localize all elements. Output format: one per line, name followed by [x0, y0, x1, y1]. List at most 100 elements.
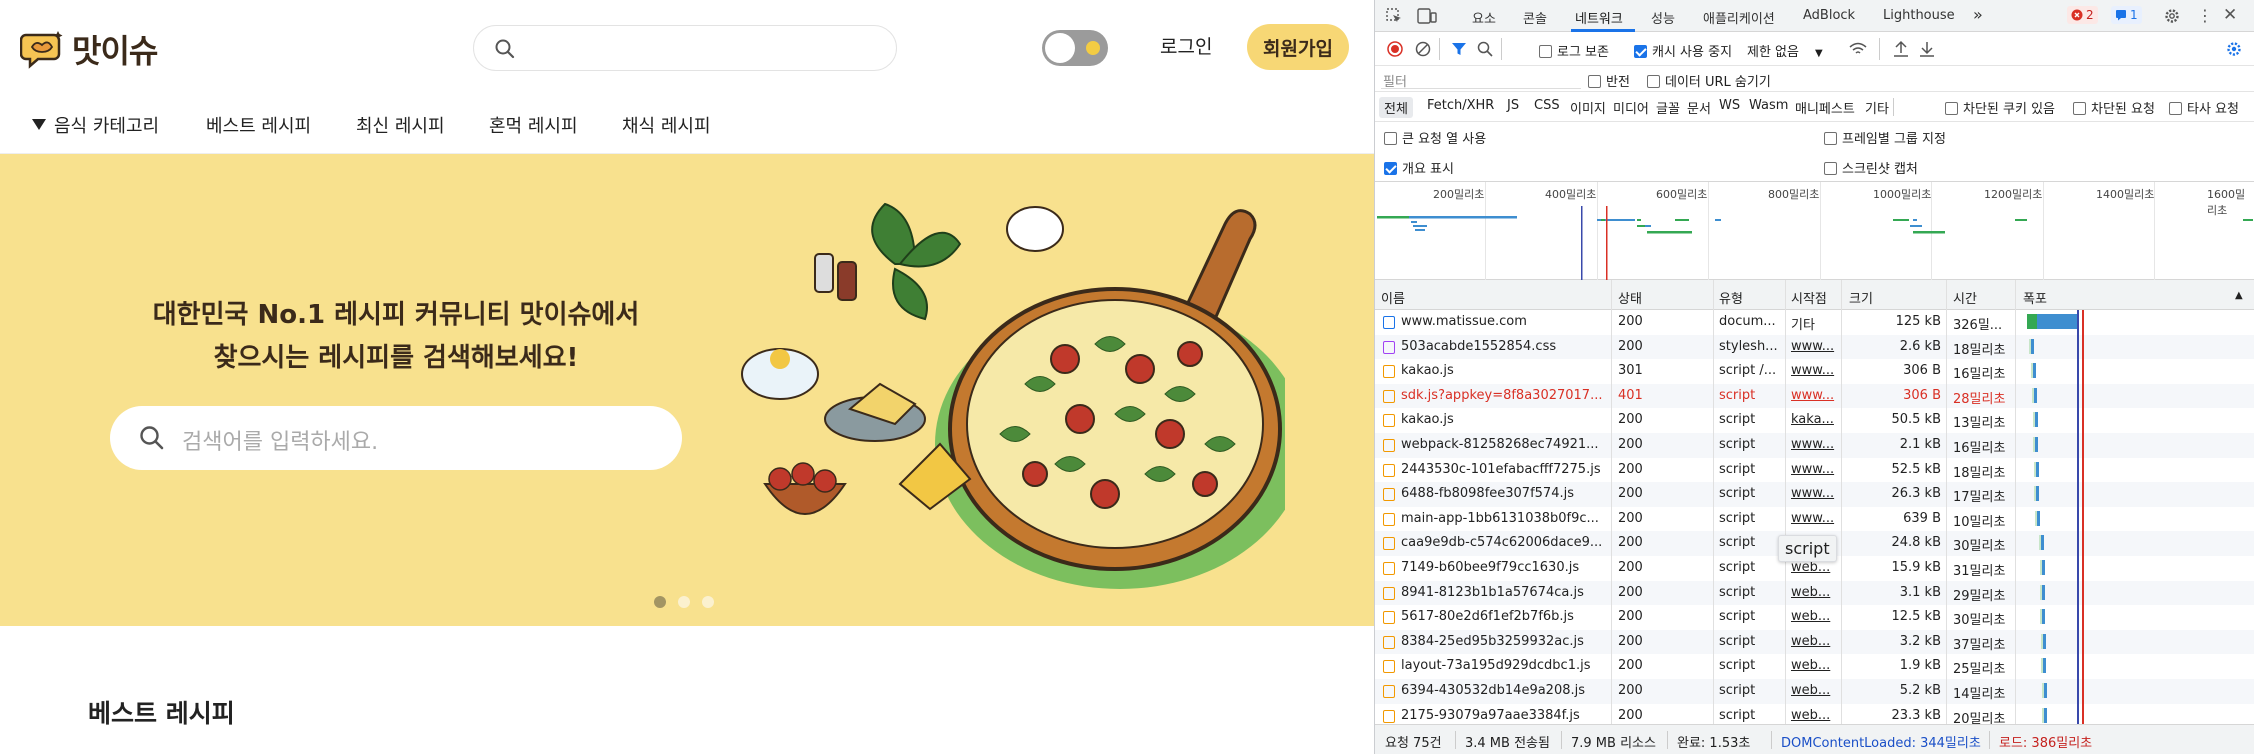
preserve-log-checkbox[interactable]: 로그 보존 [1539, 41, 1609, 60]
signup-button[interactable]: 회원가입 [1247, 24, 1349, 70]
sort-ascending-icon[interactable]: ▲ [2235, 290, 2243, 301]
nav-food-category[interactable]: 음식 카테고리 [32, 112, 159, 138]
table-row[interactable]: 5617-80e2d6f1ef2b7f6b.js 200 script web... 1… [1375, 605, 2254, 630]
type-filter-ws[interactable]: WS [1719, 98, 1740, 113]
third-party-checkbox[interactable]: 타사 요청 [2169, 98, 2239, 117]
request-initiator[interactable]: www... [1791, 388, 1839, 403]
network-settings-icon[interactable] [2225, 40, 2243, 62]
type-filter-other[interactable]: 기타 [1865, 98, 1889, 117]
request-initiator[interactable]: www... [1791, 363, 1839, 378]
hide-data-urls-checkbox[interactable]: 데이터 URL 숨기기 [1647, 71, 1771, 90]
request-initiator[interactable]: www... [1791, 437, 1839, 452]
filter-icon[interactable] [1451, 41, 1467, 61]
table-row[interactable]: main-app-1bb6131038b0f9c... 200 script www.… [1375, 507, 2254, 532]
request-initiator[interactable]: web... [1791, 658, 1839, 673]
carousel-dot-3[interactable] [702, 596, 714, 608]
site-logo[interactable]: 맛이슈 [19, 26, 158, 72]
type-filter-all[interactable]: 전체 [1379, 97, 1413, 118]
type-filter-css[interactable]: CSS [1534, 98, 1560, 113]
disable-cache-checkbox[interactable]: 캐시 사용 중지 [1634, 41, 1732, 60]
type-filter-js[interactable]: JS [1507, 98, 1519, 113]
tab-console[interactable]: 콘솔 [1523, 8, 1547, 27]
column-header-size[interactable]: 크기 [1849, 288, 1873, 307]
table-row[interactable]: 6488-fb8098fee307f574.js 200 script www... 2… [1375, 482, 2254, 507]
request-initiator[interactable]: 기타 [1791, 314, 1839, 333]
export-har-icon[interactable] [1919, 40, 1935, 62]
request-initiator[interactable]: web... [1791, 634, 1839, 649]
search-icon[interactable] [1477, 41, 1493, 61]
table-row[interactable]: 503acabde1552854.css 200 stylesh... www... 2… [1375, 334, 2254, 360]
request-initiator[interactable]: www... [1791, 339, 1839, 354]
tab-network[interactable]: 네트워크 [1575, 8, 1623, 27]
request-initiator[interactable]: www... [1791, 462, 1839, 477]
request-initiator[interactable]: www... [1791, 486, 1839, 501]
settings-icon[interactable] [2163, 7, 2181, 29]
device-toolbar-icon[interactable] [1417, 7, 1437, 29]
tab-application[interactable]: 애플리케이션 [1703, 8, 1775, 27]
group-by-frame-checkbox[interactable]: 프레임별 그룹 지정 [1824, 128, 1946, 147]
timeline-overview[interactable]: 200밀리초 400밀리초 600밀리초 800밀리초 1000밀리초 1200… [1375, 182, 2254, 280]
big-rows-checkbox[interactable]: 큰 요청 열 사용 [1384, 128, 1486, 147]
type-filter-media[interactable]: 미디어 [1613, 98, 1649, 117]
table-row[interactable]: 2175-93079a97aae3384f.js 200 script web... 2… [1375, 704, 2254, 724]
table-row[interactable]: 8384-25ed95b3259932ac.js 200 script web... 3… [1375, 629, 2254, 655]
request-initiator[interactable]: www... [1791, 511, 1839, 526]
type-filter-font[interactable]: 글꼴 [1656, 98, 1680, 117]
request-initiator[interactable]: web... [1791, 609, 1839, 624]
column-header-name[interactable]: 이름 [1381, 288, 1405, 307]
error-badge[interactable]: 2 [2067, 6, 2098, 24]
request-initiator[interactable]: web... [1791, 683, 1839, 698]
kebab-menu-icon[interactable]: ⋮ [2197, 6, 2213, 25]
header-search-input[interactable] [473, 25, 897, 71]
nav-solo-recipe[interactable]: 혼먹 레시피 [489, 112, 578, 138]
tab-adblock[interactable]: AdBlock [1803, 8, 1855, 23]
network-conditions-icon[interactable] [1848, 41, 1868, 61]
tab-lighthouse[interactable]: Lighthouse [1883, 8, 1955, 23]
type-filter-fetch-xhr[interactable]: Fetch/XHR [1427, 98, 1494, 113]
clear-icon[interactable] [1415, 41, 1431, 61]
carousel-dot-1[interactable] [654, 596, 666, 608]
column-header-type[interactable]: 유형 [1719, 288, 1743, 307]
inspect-element-icon[interactable] [1385, 7, 1403, 29]
column-header-time[interactable]: 시간 [1953, 288, 1977, 307]
type-filter-manifest[interactable]: 매니페스트 [1795, 98, 1855, 117]
type-filter-image[interactable]: 이미지 [1570, 98, 1606, 117]
table-row[interactable]: kakao.js 301 script /... www... 306 B 16밀리초 [1375, 359, 2254, 384]
show-overview-checkbox[interactable]: 개요 표시 [1384, 158, 1454, 177]
nav-best-recipe[interactable]: 베스트 레시피 [206, 112, 311, 138]
throttle-select[interactable]: 제한 없음 ▼ [1747, 41, 1823, 60]
request-initiator[interactable]: web... [1791, 560, 1839, 575]
more-tabs-icon[interactable]: » [1973, 5, 1983, 24]
column-header-initiator[interactable]: 시작점 [1791, 288, 1827, 307]
request-initiator[interactable]: web... [1791, 585, 1839, 600]
hero-search-input[interactable]: 검색어를 입력하세요. [110, 406, 682, 470]
column-header-status[interactable]: 상태 [1618, 288, 1642, 307]
tab-elements[interactable]: 요소 [1472, 8, 1496, 27]
message-badge[interactable]: 1 [2111, 6, 2142, 24]
blocked-requests-checkbox[interactable]: 차단된 요청 [2073, 98, 2155, 117]
table-row[interactable]: 6394-430532db14e9a208.js 200 script web... 5… [1375, 679, 2254, 704]
nav-new-recipe[interactable]: 최신 레시피 [356, 112, 445, 138]
login-link[interactable]: 로그인 [1160, 32, 1212, 59]
table-row[interactable]: www.matissue.com 200 docum... 기타 125 kB 326밀.… [1375, 310, 2254, 335]
type-filter-doc[interactable]: 문서 [1687, 98, 1711, 117]
type-filter-wasm[interactable]: Wasm [1749, 98, 1788, 113]
tab-performance[interactable]: 성능 [1651, 8, 1675, 27]
nav-vegan-recipe[interactable]: 채식 레시피 [622, 112, 711, 138]
filter-input[interactable]: 필터 [1381, 69, 1581, 90]
blocked-cookies-checkbox[interactable]: 차단된 쿠키 있음 [1945, 98, 2055, 117]
request-initiator[interactable]: web... [1791, 708, 1839, 723]
table-row[interactable]: layout-73a195d929dcdbc1.js 200 script web..… [1375, 654, 2254, 679]
invert-checkbox[interactable]: 반전 [1588, 71, 1630, 90]
column-header-waterfall[interactable]: 폭포 [2023, 288, 2047, 307]
theme-toggle[interactable] [1042, 30, 1108, 66]
table-row[interactable]: sdk.js?appkey=8f8a3027017... 401 script www… [1375, 383, 2254, 409]
carousel-dot-2[interactable] [678, 596, 690, 608]
capture-screenshots-checkbox[interactable]: 스크린샷 캡처 [1824, 158, 1918, 177]
table-row[interactable]: webpack-81258268ec74921... 200 script www..… [1375, 433, 2254, 458]
record-icon[interactable] [1387, 41, 1403, 61]
table-row[interactable]: 8941-8123b1b1a57674ca.js 200 script web... 3… [1375, 580, 2254, 606]
table-row[interactable]: 2443530c-101efabacfff7275.js 200 script www… [1375, 458, 2254, 483]
table-row[interactable]: kakao.js 200 script kaka... 50.5 kB 13밀리초 [1375, 408, 2254, 433]
request-initiator[interactable]: kaka... [1791, 412, 1839, 427]
